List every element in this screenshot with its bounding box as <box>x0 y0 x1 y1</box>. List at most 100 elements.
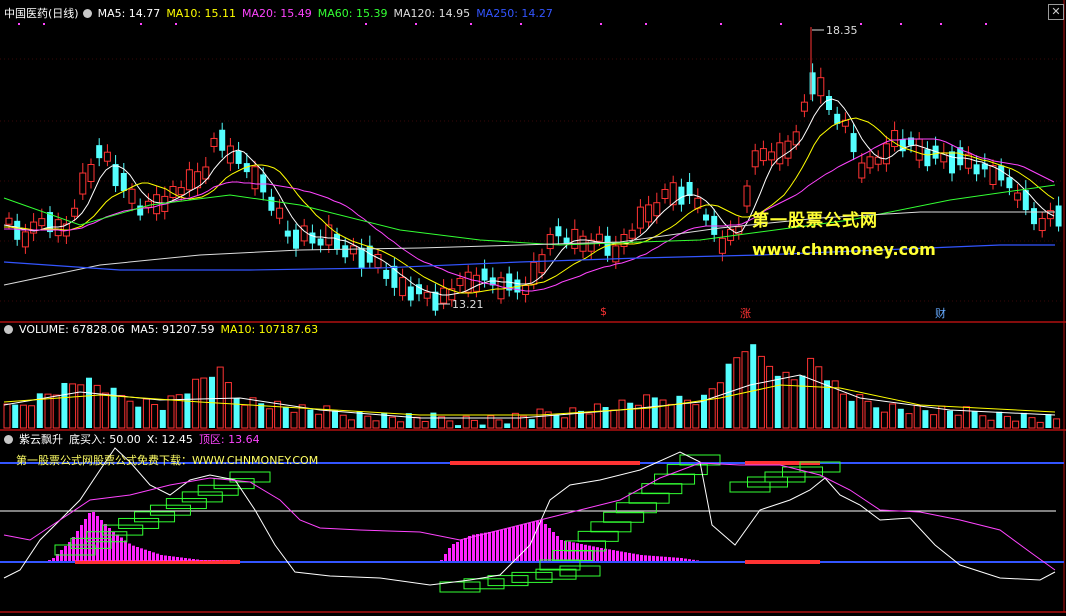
volume-bar <box>922 410 929 428</box>
volume-bar <box>782 371 790 429</box>
volume-bar <box>651 397 658 428</box>
purple-bar <box>644 555 647 561</box>
candle-body <box>858 162 866 179</box>
volume-bar <box>692 404 700 429</box>
volume-bar <box>856 394 864 429</box>
purple-bar <box>512 527 515 561</box>
candle-body <box>342 245 349 258</box>
purple-bar <box>460 540 463 561</box>
green-step-box <box>628 492 670 504</box>
watermark-url: www.chnmoney.com <box>752 240 936 259</box>
volume-bar <box>110 387 117 428</box>
purple-bar <box>468 536 471 561</box>
volume-bar <box>979 415 987 429</box>
candle-body <box>5 217 13 225</box>
event-marker-finance[interactable]: 财 <box>935 305 946 321</box>
candle-body <box>530 261 538 285</box>
ma-legend-item-1: MA10: 15.11 <box>166 7 237 20</box>
purple-bar <box>612 550 615 561</box>
candle-body <box>686 182 693 196</box>
ma20-line <box>4 138 1055 292</box>
volume-bar <box>282 406 289 428</box>
purple-bar <box>508 528 511 561</box>
green-step-box <box>149 504 191 516</box>
volume-bar <box>627 402 634 428</box>
indicator-legend: 紫云飘升 底买入: 50.00 X: 12.45 顶区: 13.64 <box>19 433 266 446</box>
purple-bar <box>576 543 579 561</box>
purple-bar <box>200 560 203 561</box>
purple-bar <box>580 544 583 561</box>
purple-bar <box>640 555 643 561</box>
candle-body <box>334 233 340 250</box>
purple-bar <box>500 530 503 561</box>
candle-body <box>620 234 628 247</box>
volume-bar <box>19 404 27 429</box>
volume-bar <box>971 411 978 428</box>
purple-bar <box>204 560 207 561</box>
volume-bar <box>28 405 36 429</box>
candle-body <box>96 145 103 159</box>
purple-bar <box>556 536 559 561</box>
volume-bar <box>659 399 667 429</box>
purple-bar <box>176 557 179 561</box>
volume-bar <box>12 404 19 428</box>
chart-canvas[interactable]: 18.35 13.21 <box>0 0 1066 616</box>
close-icon[interactable]: ✕ <box>1048 4 1064 20</box>
candle-body <box>456 277 464 286</box>
ma-legend-item-3: MA60: 15.39 <box>317 7 388 20</box>
signal-dot <box>140 23 142 25</box>
settings-dot-icon[interactable] <box>82 9 92 18</box>
volume-bar <box>93 384 101 429</box>
volume-bar <box>388 416 396 429</box>
indicator-marquee: 第一股票公式网股票公式免费下载：WWW.CHNMONEY.COM <box>16 454 319 467</box>
purple-bar <box>64 546 67 561</box>
purple-bar <box>572 542 575 561</box>
candle-body <box>924 149 931 167</box>
candle-body <box>653 202 661 217</box>
purple-bar <box>656 556 659 561</box>
purple-bar <box>664 556 667 561</box>
event-marker-rise[interactable]: 涨 <box>740 305 751 321</box>
candle-body <box>317 238 324 246</box>
volume-bar <box>233 398 240 428</box>
volume-bar <box>372 420 380 429</box>
candle-body <box>817 77 825 97</box>
settings-dot-icon[interactable] <box>4 435 13 444</box>
ma-legend-item-0: MA5: 14.77 <box>97 7 161 20</box>
volume-bar <box>553 414 560 428</box>
purple-bar <box>196 559 199 561</box>
settings-dot-icon[interactable] <box>4 325 13 334</box>
volume-bar <box>151 404 159 429</box>
volume-bar <box>880 411 888 429</box>
purple-bar <box>212 560 215 561</box>
volume-bar <box>585 413 593 429</box>
purple-bar <box>88 513 91 561</box>
volume-bar <box>947 410 953 428</box>
indicator-legend-item-1: 底买入: 50.00 <box>69 433 141 446</box>
volume-bar <box>593 403 601 429</box>
volume-bar <box>397 421 405 429</box>
indicator-legend-item-2: X: 12.45 <box>146 433 193 446</box>
volume-bar <box>602 407 609 428</box>
volume-bar <box>684 399 692 429</box>
candle-body <box>538 254 546 274</box>
candle-body <box>432 291 439 311</box>
candle-body <box>546 234 554 250</box>
volume-bar <box>265 408 273 429</box>
indicator-legend-item-3: 顶区: 13.64 <box>198 433 260 446</box>
candle-body <box>38 218 46 227</box>
chart-window[interactable]: 18.35 13.21 中国医药(日线) MA5: 14.77 MA10: 15.11… <box>0 0 1066 616</box>
purple-bar <box>144 549 147 561</box>
stock-title[interactable]: 中国医药(日线) <box>4 7 79 20</box>
event-marker-dollar[interactable]: $ <box>600 305 607 318</box>
purple-bar <box>132 545 135 561</box>
purple-bar <box>172 556 175 561</box>
volume-bar <box>839 393 847 429</box>
purple-bar <box>696 560 699 561</box>
purple-bar <box>632 553 635 561</box>
volume-panel-header: VOLUME: 67828.06 MA5: 91207.59 MA10: 10718… <box>4 322 330 338</box>
ma60-line <box>3 184 1056 246</box>
purple-bar <box>148 551 151 561</box>
purple-bar <box>588 545 591 561</box>
volume-bar <box>3 403 11 429</box>
